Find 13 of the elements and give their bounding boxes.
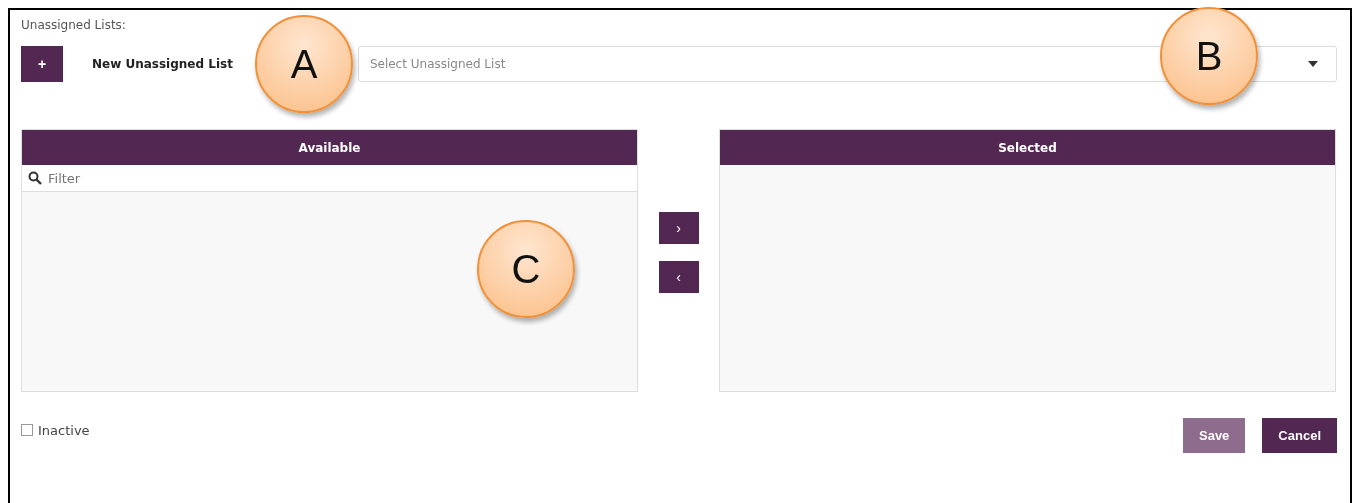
filter-field[interactable]: Filter [22, 165, 637, 192]
new-list-label: New Unassigned List [92, 57, 233, 71]
callout-marker: A [255, 15, 353, 113]
move-button[interactable]: ‹ [658, 261, 699, 293]
callout-marker: B [1160, 7, 1258, 105]
action-button[interactable]: Cancel [1262, 418, 1337, 453]
section-heading: Unassigned Lists: [21, 18, 127, 34]
caret-icon [1308, 61, 1318, 67]
move-button[interactable]: › [658, 212, 699, 244]
inactive-label: Inactive [38, 422, 90, 438]
panel-header: Available [22, 130, 637, 165]
panel-header: Selected [720, 130, 1335, 165]
add-button[interactable]: + [21, 46, 63, 82]
